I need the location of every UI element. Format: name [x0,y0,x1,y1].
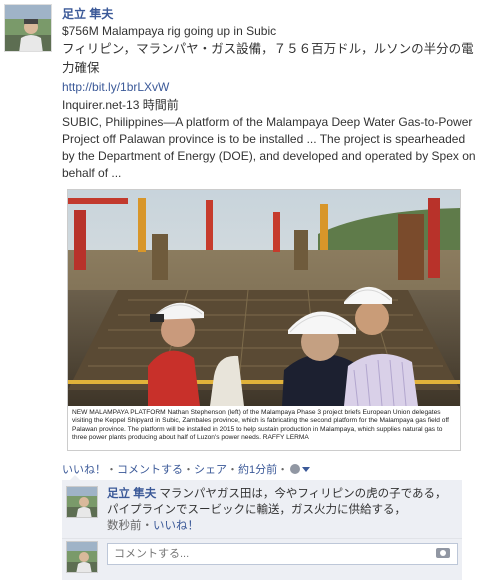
camera-icon[interactable] [436,548,450,558]
comment-author[interactable]: 足立 隼夫 [107,488,156,500]
post-title: $756M Malampaya rig going up in Subic [62,24,277,38]
comment-body: 足立 隼夫 マランパヤガス田は，今やフィリピンの虎の子である，パイプラインでスー… [107,486,457,534]
action-separator: ・ [227,464,238,476]
comment-link[interactable]: コメントする [117,464,183,476]
action-separator: ・ [277,464,289,476]
post-author[interactable]: 足立 隼夫 [62,6,480,22]
shipyard-image [68,190,460,407]
comment-text: マランパヤガス田は，今やフィリピンの虎の子である，パイプラインでスービックに輸送… [107,488,447,516]
comment-avatar[interactable] [66,486,98,518]
action-separator: ・ [183,464,194,476]
post-description: SUBIC, Philippines—A platform of the Mal… [62,115,476,180]
reply-avatar [66,541,98,573]
chevron-down-icon[interactable] [302,467,311,472]
like-link[interactable]: いいね！ [62,464,106,476]
comment-like-link[interactable]: いいね！ [153,520,199,532]
globe-icon[interactable] [290,464,301,474]
comment-input[interactable] [107,543,458,565]
post-title-ja: フィリピン，マランパヤ・ガス設備，７５６百万ドル，ルソンの半分の電力確保 [62,42,474,75]
post-actions: いいね！・コメントする・シェア・約1分前・ [62,462,311,478]
reply-row [66,541,458,575]
post-link[interactable]: http://bit.ly/1brLXvW [62,78,480,96]
comment-divider [62,538,462,539]
comment-item: 足立 隼夫 マランパヤガス田は，今やフィリピンの虎の子である，パイプラインでスー… [66,486,458,540]
post-source: Inquirer.net-13 時間前 [62,98,179,112]
post-photo[interactable]: NEW MALAMPAYA PLATFORM Nathan Stephenson… [67,189,461,451]
post: 足立 隼夫 $756M Malampaya rig going up in Su… [62,6,480,182]
comment-time[interactable]: 数秒前 [107,520,142,532]
share-link[interactable]: シェア [194,464,227,476]
photo-caption: NEW MALAMPAYA PLATFORM Nathan Stephenson… [72,409,450,442]
post-time[interactable]: 約1分前 [238,464,277,476]
comment-separator: ・ [141,520,154,532]
author-avatar[interactable] [4,4,52,52]
action-separator: ・ [106,464,117,476]
comments-box: 足立 隼夫 マランパヤガス田は，今やフィリピンの虎の子である，パイプラインでスー… [62,475,462,580]
